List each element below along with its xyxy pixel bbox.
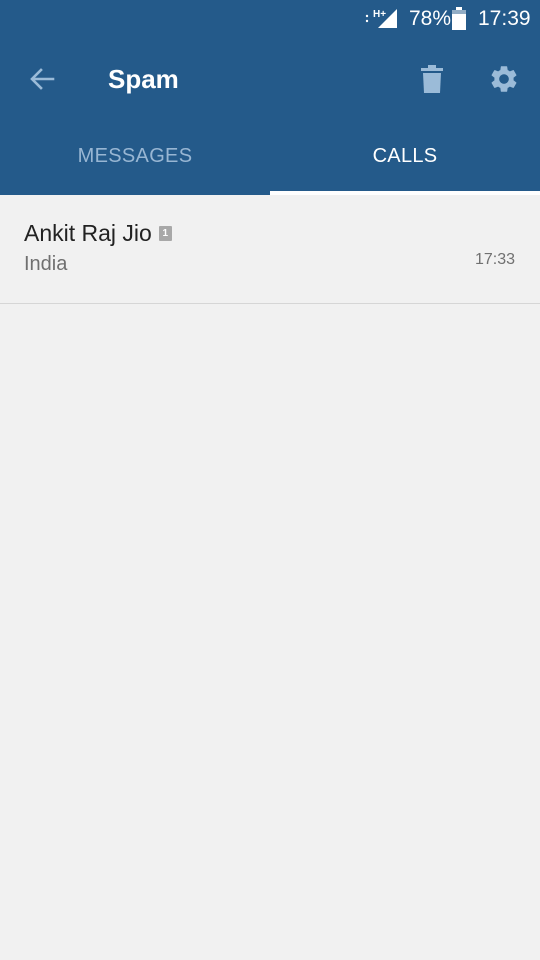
arrow-left-icon [30, 68, 55, 90]
sim-badge: 1 [158, 225, 172, 241]
caller-name: Ankit Raj Jio [24, 220, 152, 246]
settings-button[interactable] [480, 55, 528, 103]
gear-icon [491, 66, 517, 92]
status-time: 17:39 [478, 7, 531, 30]
call-name-row: Ankit Raj Jio 1 [24, 218, 172, 248]
page-title: Spam [108, 64, 179, 94]
battery-percent: 78% [409, 7, 452, 30]
battery-icon [452, 7, 466, 30]
trash-icon [421, 65, 443, 93]
tab-label: CALLS [372, 144, 438, 167]
signal-icon: H+ [365, 9, 397, 28]
caller-location: India [24, 253, 68, 275]
toolbar: Spam [0, 38, 540, 120]
tab-messages[interactable]: MESSAGES [0, 120, 270, 195]
delete-button[interactable] [408, 55, 456, 103]
tab-bar: MESSAGES CALLS [0, 120, 540, 195]
app-bar: H+ 78% 17:39 Spam MESSAGES CALLS [0, 0, 540, 195]
back-button[interactable] [18, 55, 66, 103]
status-bar: H+ 78% 17:39 [0, 0, 540, 38]
tab-label: MESSAGES [77, 144, 193, 167]
call-time: 17:33 [474, 251, 515, 268]
network-type-label: H+ [373, 9, 386, 20]
spam-call-list: Ankit Raj Jio 1 India 17:33 [0, 195, 540, 304]
tab-calls[interactable]: CALLS [270, 120, 540, 195]
list-item[interactable]: Ankit Raj Jio 1 India 17:33 [0, 195, 540, 304]
